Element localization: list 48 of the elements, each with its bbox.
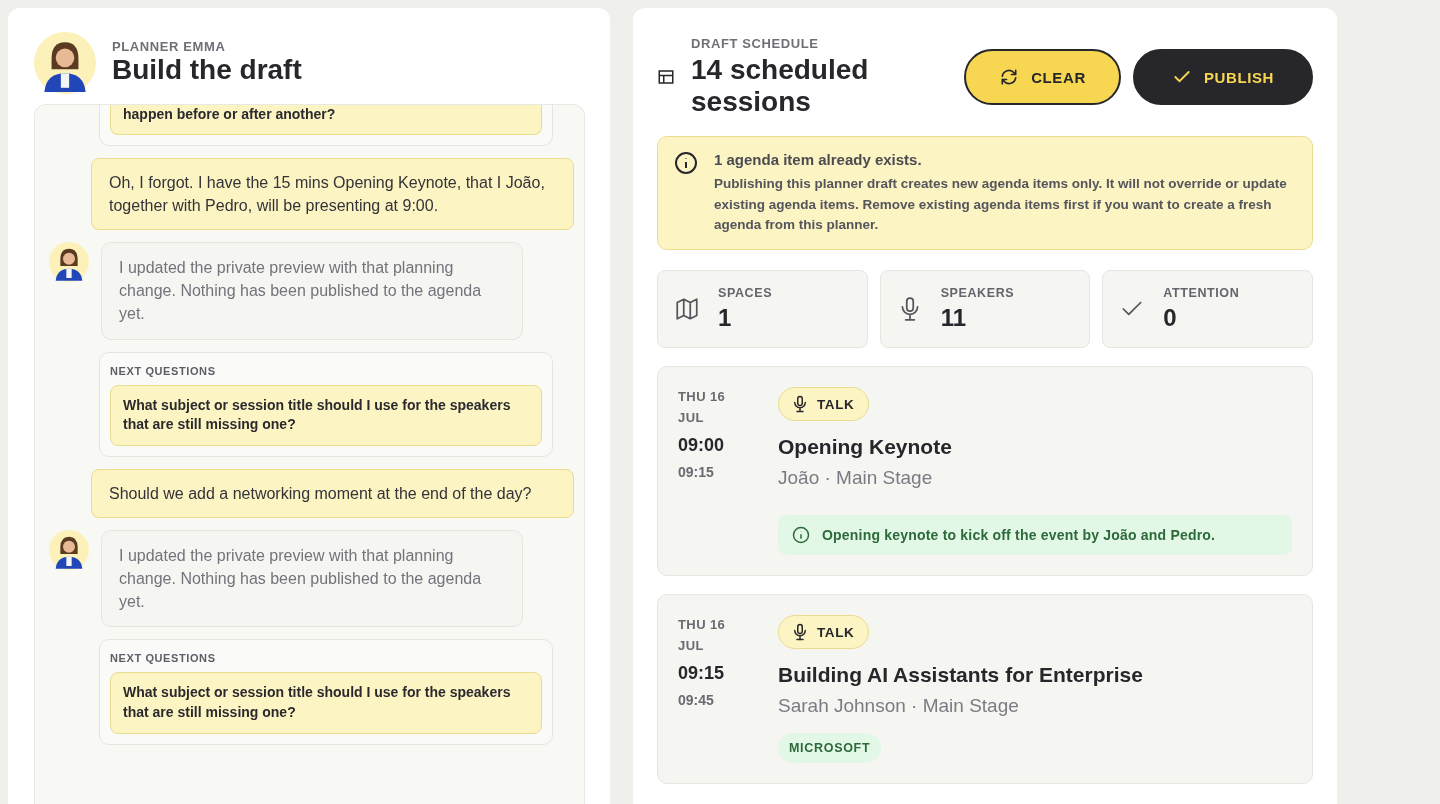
notice-title: 1 agenda item already exists. xyxy=(714,151,923,169)
panel-eyebrow: DRAFT SCHEDULE xyxy=(691,36,820,51)
assistant-message: I updated the private preview with that planning change. Nothing has been published to the agenda yet. xyxy=(101,529,523,628)
session-type-badge: TALK xyxy=(778,387,870,422)
session-title: Building AI Assistants for Enterprise xyxy=(778,663,1143,688)
start-time: 09:15 xyxy=(678,662,726,684)
microphone-icon xyxy=(791,623,809,642)
panel-eyebrow: PLANNER EMMA xyxy=(112,39,227,55)
stat-label: SPACES xyxy=(718,286,773,301)
user-message: Oh, I forgot. I have the 15 mins Opening Keynote, that I João, together with Pedro, will be presenting at 9:00. xyxy=(91,157,574,230)
panel-title: 14 scheduled sessions xyxy=(691,54,870,119)
session-type-badge: TALK xyxy=(778,615,870,650)
map-icon xyxy=(674,296,700,323)
panel-title: Build the draft xyxy=(112,54,302,87)
info-icon xyxy=(792,526,810,545)
table-icon xyxy=(657,68,675,87)
session-card[interactable]: THU 16 JUL 09:00 09:15 TALK Opening Keynote João · Main Stage Opening keynote to kick off the event by João and Pedro. xyxy=(657,366,1313,577)
user-message: Should we add a networking moment at the end of the day? xyxy=(91,468,574,518)
info-icon xyxy=(674,151,698,176)
session-date: THU 16 JUL xyxy=(678,616,727,655)
session-meta: Sarah Johnson · Main Stage xyxy=(778,695,1019,718)
avatar xyxy=(49,529,89,570)
assistant-message: I updated the private preview with that planning change. Nothing has been published to the agenda yet. xyxy=(101,241,523,340)
notice-text: Publishing this planner draft creates new agenda items only. It will not override or update existing agenda items. Remove existing agenda items first if you want to create a fresh agenda from this planner. xyxy=(714,175,1288,234)
stat-label: ATTENTION xyxy=(1163,286,1240,301)
avatar xyxy=(34,32,96,94)
end-time: 09:15 xyxy=(678,463,715,480)
publish-button[interactable]: PUBLISH xyxy=(1133,49,1313,106)
microphone-icon xyxy=(791,395,809,414)
stat-value: 1 xyxy=(718,304,733,333)
start-time: 09:00 xyxy=(678,434,726,456)
session-date: THU 16 JUL xyxy=(678,388,727,427)
stat-value: 0 xyxy=(1163,304,1178,333)
suggested-question[interactable]: happen before or after another? xyxy=(110,105,542,135)
session-title: Opening Keynote xyxy=(778,435,952,460)
end-time: 09:45 xyxy=(678,691,715,708)
clear-button[interactable]: CLEAR xyxy=(964,49,1121,106)
note-text: Opening keynote to kick off the event by João and Pedro. xyxy=(822,527,1216,544)
group-label: NEXT QUESTIONS xyxy=(110,651,217,665)
sponsor-tag: MICROSOFT xyxy=(778,733,882,764)
session-card[interactable]: THU 16 JUL 09:15 09:45 TALK Building AI Assistants for Enterprise Sarah Johnson · Main Stage MICROSOFT xyxy=(657,594,1313,785)
session-meta: João · Main Stage xyxy=(778,467,933,490)
suggested-question[interactable]: What subject or session title should I use for the speakers that are still missing one? xyxy=(110,672,542,734)
group-label: NEXT QUESTIONS xyxy=(110,363,217,377)
suggested-question[interactable]: What subject or session title should I use for the speakers that are still missing one? xyxy=(110,384,542,446)
stat-value: 11 xyxy=(940,304,968,333)
stat-label: SPEAKERS xyxy=(940,286,1015,301)
avatar xyxy=(49,241,89,282)
